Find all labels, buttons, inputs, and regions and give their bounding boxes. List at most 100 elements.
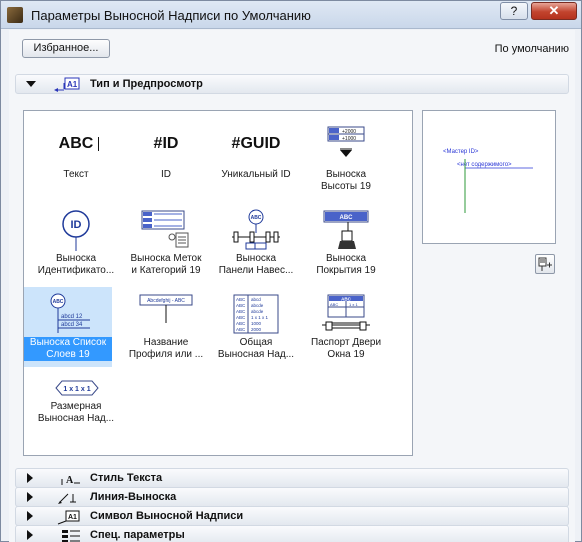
tile-label-line-1: Выноска Список: [24, 337, 112, 349]
tile-label-line-1: Выноска Меток: [130, 253, 202, 264]
tile-label-line-2: Профиля или ...: [128, 349, 204, 360]
panel-label-label-symbol: Символ Выносной Надписи: [90, 510, 244, 522]
place-label-icon: [538, 257, 552, 271]
panel-label-text-style: Стиль Текста: [90, 472, 163, 484]
panel-header-special-params[interactable]: Спец. параметры: [15, 525, 569, 542]
tile-layer-list[interactable]: ABC abcd 12 abcd 34 Выноска Список Слоев…: [24, 287, 112, 367]
expand-arrow-icon[interactable]: [27, 511, 33, 521]
svg-text:+1000: +1000: [342, 136, 356, 142]
svg-text:1 x 1: 1 x 1: [349, 302, 358, 307]
tile-cover[interactable]: ABC Выноска Покрытия 19: [302, 203, 390, 283]
tile-label-line-2: Панели Навес...: [218, 265, 294, 276]
default-label: По умолчанию: [494, 43, 569, 55]
svg-text:ABC: ABC: [236, 303, 246, 308]
tile-glyph: #GUID: [231, 135, 281, 152]
svg-text:abcde: abcde: [251, 309, 264, 314]
title-bar[interactable]: Параметры Выносной Надписи по Умолчанию …: [1, 1, 581, 29]
app-icon: [7, 7, 23, 23]
tile-label-line-1: Название: [143, 337, 189, 348]
preview-pane: <Мастер ID> <нет содержимого>: [422, 110, 556, 244]
svg-text:2000: 2000: [251, 327, 262, 332]
svg-text:A: A: [66, 475, 74, 486]
label-type-grid[interactable]: ABC Текст #ID ID #GUID Уникальный ID +20…: [23, 110, 413, 456]
tile-glyph: ABC: [58, 135, 94, 152]
dialog-content: Избранное... По умолчанию A1 Тип и Предп…: [9, 30, 575, 542]
curtain-panel-icon: ABC: [232, 209, 280, 250]
tile-glyph: ABC: [53, 299, 64, 305]
tile-text[interactable]: ABC Текст: [32, 119, 120, 199]
tile-label-line-1: Размерная: [50, 401, 102, 412]
collapse-arrow-icon[interactable]: [26, 81, 36, 87]
tile-glyph: ID: [71, 219, 82, 231]
panel-header-type-preview[interactable]: A1 Тип и Предпросмотр: [15, 74, 569, 94]
identifier-label-icon: ID: [62, 210, 90, 251]
tile-label-line-1: Выноска: [325, 169, 367, 180]
svg-text:ABC: ABC: [236, 327, 246, 332]
panel-label-type-preview: Тип и Предпросмотр: [90, 78, 203, 90]
tile-glyph: ABC: [341, 297, 351, 302]
expand-arrow-icon[interactable]: [27, 492, 33, 502]
panel-header-leader-line[interactable]: Линия-Выноска: [15, 487, 569, 507]
svg-text:ABC: ABC: [236, 309, 246, 314]
svg-text:A1: A1: [68, 514, 77, 521]
svg-text:abcd 12: abcd 12: [61, 314, 83, 320]
tile-label-line-1: Общая: [239, 337, 273, 348]
elevation-label-icon: +2000 +1000: [327, 126, 365, 157]
favorites-button[interactable]: Избранное...: [22, 39, 110, 58]
panel-header-text-style[interactable]: A Стиль Текста: [15, 468, 569, 488]
tile-glyph: ABC: [251, 215, 262, 221]
text-style-icon: A: [61, 475, 80, 486]
panel-header-label-symbol[interactable]: A1 Символ Выносной Надписи: [15, 506, 569, 526]
help-button[interactable]: ?: [500, 2, 528, 20]
panel-label-special-params: Спец. параметры: [90, 529, 185, 541]
tile-label-line-1: Выноска: [235, 253, 277, 264]
tile-identifier[interactable]: ID Выноска Идентификато...: [32, 203, 120, 283]
svg-text:1 x 1 x 1: 1 x 1 x 1: [251, 315, 269, 320]
tile-label-line-1: Паспорт Двери: [310, 337, 382, 348]
place-label-button[interactable]: [535, 254, 555, 274]
leader-line-icon: [58, 493, 76, 504]
tile-label-line-2: Окна 19: [327, 349, 365, 360]
expand-arrow-icon[interactable]: [27, 473, 33, 483]
label-symbol-icon: A1: [57, 510, 80, 525]
svg-text:A1: A1: [67, 80, 78, 89]
guid-icon: #GUID: [226, 125, 286, 167]
dialog-window: Параметры Выносной Надписи по Умолчанию …: [0, 0, 582, 542]
tile-label: Текст: [63, 169, 89, 180]
tile-glyph: 1 x 1 x 1: [63, 386, 90, 393]
tile-label-line-2: Высоты 19: [321, 181, 371, 192]
tile-tags-categories[interactable]: Выноска Меток и Категорий 19: [122, 203, 210, 283]
tile-elevation[interactable]: +2000 +1000 Выноска Высоты 19: [302, 119, 390, 199]
tile-dimension[interactable]: 1 x 1 x 1 Размерная Выносная Над...: [32, 371, 120, 451]
expand-arrow-icon[interactable]: [27, 530, 33, 540]
tile-label: Уникальный ID: [221, 169, 291, 180]
svg-text:ABC: ABC: [236, 297, 246, 302]
svg-text:ABC: ABC: [330, 302, 338, 307]
tile-label-line-2: Идентификато...: [37, 265, 115, 276]
svg-text:1000: 1000: [251, 321, 262, 326]
tile-label-line-2: Выносная Над...: [217, 349, 295, 360]
door-window-icon: ABC ABC 1 x 1: [322, 294, 370, 331]
tile-label-line-1: Выноска: [325, 253, 367, 264]
tile-glyph: #ID: [153, 135, 179, 152]
close-button[interactable]: ✕: [531, 2, 577, 20]
svg-text:abcd: abcd: [251, 297, 261, 302]
svg-text:abcde: abcde: [251, 303, 264, 308]
special-params-icon: [62, 530, 80, 542]
id-icon: #ID: [136, 125, 196, 167]
preview-drawing: <Мастер ID> <нет содержимого>: [443, 149, 533, 213]
tile-guid[interactable]: #GUID Уникальный ID: [212, 119, 300, 199]
general-label-icon: ABC abcd ABC abcde ABC abcde ABC 1 x 1 x 1 A…: [233, 294, 279, 334]
svg-text:ABC: ABC: [236, 315, 246, 320]
tile-glyph: Abcdefghij - ABC: [147, 298, 185, 304]
tile-profile-name[interactable]: Abcdefghij - ABC Название Профиля или ..…: [122, 287, 210, 367]
window-title: Параметры Выносной Надписи по Умолчанию: [31, 8, 311, 23]
profile-name-icon: Abcdefghij - ABC: [139, 294, 193, 323]
tile-curtain-panel[interactable]: ABC Выноска Панели Навес...: [212, 203, 300, 283]
tile-id[interactable]: #ID ID: [122, 119, 210, 199]
tile-label: ID: [161, 169, 171, 180]
tile-general[interactable]: ABC abcd ABC abcde ABC abcde ABC 1 x 1 x 1 A…: [212, 287, 300, 367]
tile-label-line-2: Покрытия 19: [316, 265, 376, 276]
tags-categories-icon: [141, 210, 189, 248]
tile-door-window[interactable]: ABC ABC 1 x 1 Паспорт Двери Окна 19: [302, 287, 390, 367]
